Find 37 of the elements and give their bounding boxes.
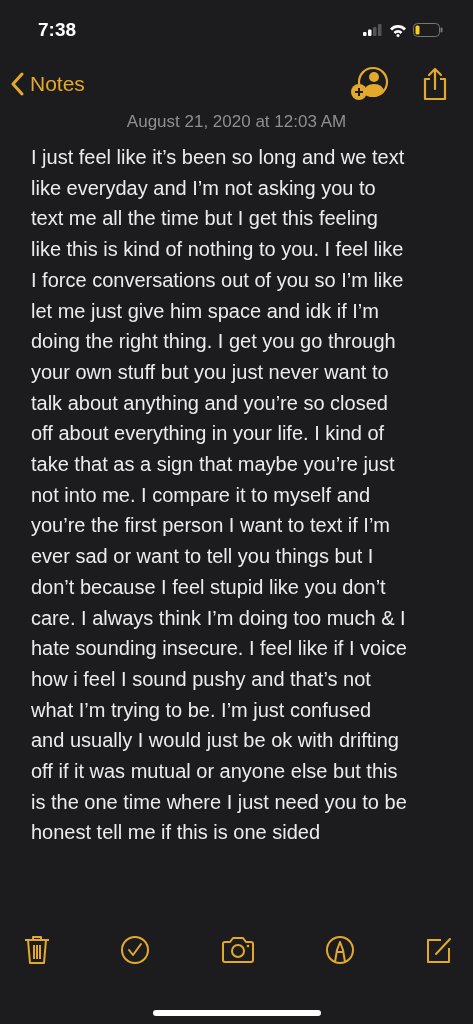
signal-icon	[363, 24, 383, 36]
note-line: like everyday and I’m not asking you to	[31, 175, 377, 201]
compose-icon[interactable]	[425, 936, 453, 964]
note-line: talk about anything and you’re so closed	[31, 390, 389, 416]
note-line: doing the right thing. I get you go through	[31, 329, 397, 355]
note-line: let me just give him space and idk if I’m	[31, 298, 380, 324]
battery-icon	[413, 23, 443, 37]
note-line: how i feel I sound pushy and that’s not	[31, 666, 372, 692]
note-line: you’re the first person I want to text if I’m	[31, 513, 392, 539]
note-line: your own stuff but you just never want to	[31, 359, 390, 385]
note-line: honest tell me if this is one sided	[31, 820, 322, 846]
trash-icon[interactable]	[24, 935, 50, 965]
note-line: off if it was mutual or anyone else but this	[31, 759, 399, 785]
share-icon[interactable]	[422, 67, 448, 101]
note-date: August 21, 2020 at 12:03 AM	[125, 112, 348, 132]
add-person-icon[interactable]	[350, 66, 390, 102]
note-line: I just feel like it’s been so long and we text	[31, 145, 406, 170]
back-button[interactable]: Notes	[10, 72, 85, 96]
note-line: not into me. I compare it to myself and	[31, 482, 372, 508]
back-chevron-icon	[10, 72, 24, 96]
camera-icon[interactable]	[220, 936, 255, 964]
status-time: 7:38	[38, 19, 77, 41]
note-line: text me all the time but I get this feeling	[31, 206, 379, 232]
note-line: is the one time where I just need you to be	[31, 789, 408, 815]
note-line: what I’m trying to be. I’m just confused	[31, 697, 373, 723]
pen-tip-icon[interactable]	[324, 935, 355, 965]
wifi-icon	[389, 23, 407, 37]
note-line: and usually I would just be ok with drifting	[31, 728, 400, 754]
checklist-icon[interactable]	[120, 935, 151, 965]
note-line: ever sad or want to tell you things but I	[31, 544, 375, 570]
note-line: hate sounding insecure. I feel like if I voice	[31, 636, 408, 662]
note-line: don’t because I feel stupid like you don’t	[31, 574, 387, 600]
note-line: care. I always think I’m doing too much & I	[31, 605, 407, 631]
note-line: I force conversations out of you so I’m like	[31, 267, 405, 293]
note-line: like this is kind of nothing to you. I feel like	[31, 237, 405, 263]
note-line: take that as a sign that maybe you’re just	[31, 452, 396, 478]
note-line: off about everything in your life. I kind of	[31, 421, 386, 447]
